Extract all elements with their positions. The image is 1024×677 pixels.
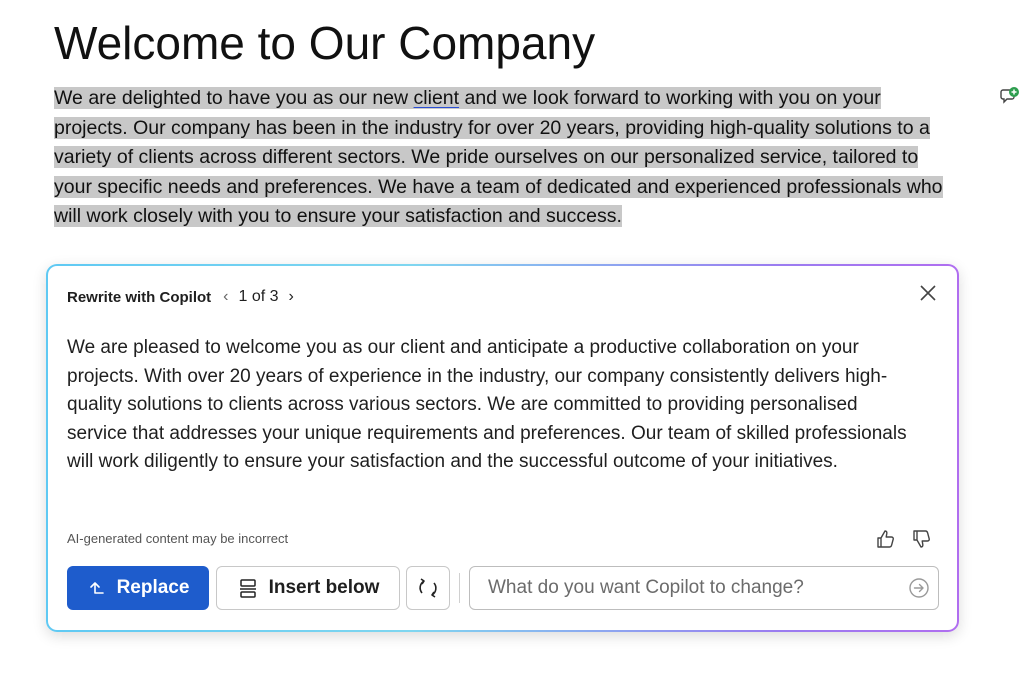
copilot-prompt-input[interactable] — [486, 576, 890, 600]
copilot-title: Rewrite with Copilot — [67, 288, 212, 306]
selected-paragraph[interactable]: We are delighted to have you as our new … — [54, 84, 944, 232]
close-icon[interactable] — [917, 282, 939, 304]
paragraph-text-start: We are delighted to have you as our new — [54, 87, 414, 109]
insert-below-button[interactable]: Insert below — [216, 566, 400, 610]
thumbs-up-icon[interactable] — [875, 528, 897, 550]
page-indicator: 1 of 3 — [238, 288, 279, 305]
chevron-left-icon[interactable]: ‹ — [223, 288, 228, 306]
insert-below-label: Insert below — [268, 577, 380, 598]
ai-disclaimer: AI-generated content may be incorrect — [67, 531, 289, 546]
feedback-buttons — [875, 528, 933, 550]
copilot-prompt-box — [469, 566, 939, 610]
replace-button[interactable]: Replace — [67, 566, 209, 610]
copilot-header: Rewrite with Copilot ‹ 1 of 3 › — [67, 288, 294, 306]
replace-arrow-icon — [89, 582, 104, 594]
copilot-panel: Rewrite with Copilot ‹ 1 of 3 › We are p… — [46, 264, 959, 632]
send-icon[interactable] — [908, 577, 930, 599]
comment-add-icon[interactable] — [1000, 86, 1020, 106]
regenerate-icon — [419, 578, 437, 598]
insert-below-icon — [239, 579, 256, 598]
rewrite-suggestion-text: We are pleased to welcome you as our cli… — [67, 337, 907, 472]
regenerate-button[interactable] — [406, 566, 450, 610]
chevron-right-icon[interactable]: › — [289, 288, 294, 306]
underlined-word-client[interactable]: client — [414, 87, 460, 109]
thumbs-down-icon[interactable] — [911, 528, 933, 550]
replace-label: Replace — [116, 577, 190, 598]
document-title: Welcome to Our Company — [54, 17, 596, 69]
divider — [459, 573, 460, 603]
action-bar: Replace Insert below — [67, 566, 939, 610]
